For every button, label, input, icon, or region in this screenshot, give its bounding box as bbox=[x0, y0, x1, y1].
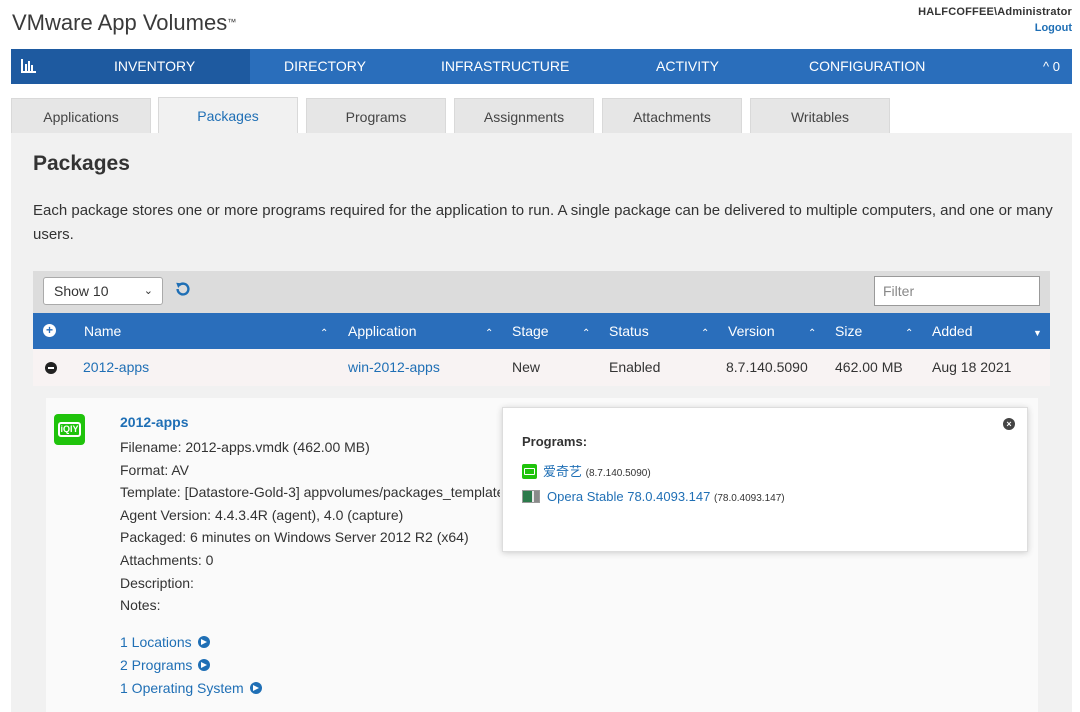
version-cell: 8.7.140.5090 bbox=[726, 359, 808, 375]
col-stage[interactable]: Stage bbox=[512, 313, 549, 349]
package-name-link[interactable]: 2012-apps bbox=[83, 359, 149, 375]
detail-packaged: Packaged: 6 minutes on Windows Server 20… bbox=[120, 529, 469, 546]
sort-status-icon[interactable]: ⌃ bbox=[701, 313, 709, 352]
programs-popup: × Programs: 爱奇艺 (8.7.140.5090) Opera Sta… bbox=[502, 407, 1028, 552]
arrow-right-circle-icon bbox=[249, 682, 262, 694]
page-title: Packages bbox=[33, 152, 130, 175]
sort-name-icon[interactable]: ⌃ bbox=[320, 313, 328, 352]
col-size[interactable]: Size bbox=[835, 313, 862, 349]
program-name[interactable]: Opera Stable 78.0.4093.147 bbox=[547, 489, 710, 504]
program-name[interactable]: 爱奇艺 bbox=[543, 464, 582, 479]
size-cell: 462.00 MB bbox=[835, 359, 903, 375]
detail-template: Template: [Datastore-Gold-3] appvolumes/… bbox=[120, 484, 500, 501]
operating-system-link[interactable]: 1 Operating System bbox=[120, 677, 262, 700]
sort-added-icon[interactable]: ▼ bbox=[1033, 313, 1042, 351]
user-name: HALFCOFFEE\Administrator bbox=[918, 6, 1072, 18]
sort-stage-icon[interactable]: ⌃ bbox=[582, 313, 590, 352]
iqiyi-icon bbox=[522, 464, 537, 479]
table-toolbar: Show 10 ⌄ bbox=[33, 271, 1050, 313]
details-info: Filename: 2012-apps.vmdk (462.00 MB) For… bbox=[120, 436, 500, 617]
main-nav: INVENTORY DIRECTORY INFRASTRUCTURE ACTIV… bbox=[11, 49, 1072, 84]
program-item[interactable]: 爱奇艺 (8.7.140.5090) bbox=[522, 461, 651, 480]
col-name[interactable]: Name bbox=[84, 313, 121, 349]
status-cell: Enabled bbox=[609, 359, 661, 375]
details-package-name[interactable]: 2012-apps bbox=[120, 414, 188, 430]
logout-link[interactable]: Logout bbox=[918, 20, 1072, 36]
opera-icon bbox=[522, 490, 540, 503]
iqiyi-logo-text: iQIY bbox=[58, 422, 81, 437]
nav-inventory[interactable]: INVENTORY bbox=[45, 49, 250, 84]
details-links: 1 Locations 2 Programs 1 Operating Syste… bbox=[120, 631, 262, 700]
nav-activity[interactable]: ACTIVITY bbox=[656, 49, 719, 84]
refresh-icon[interactable] bbox=[175, 281, 191, 297]
tab-packages[interactable]: Packages bbox=[158, 97, 298, 134]
sort-application-icon[interactable]: ⌃ bbox=[485, 313, 493, 352]
detail-description: Description: bbox=[120, 574, 194, 591]
chevron-down-icon: ⌄ bbox=[143, 285, 153, 297]
table-row: 2012-apps win-2012-apps New Enabled 8.7.… bbox=[33, 349, 1050, 386]
nav-directory[interactable]: DIRECTORY bbox=[284, 49, 366, 84]
col-version[interactable]: Version bbox=[728, 313, 775, 349]
tab-attachments[interactable]: Attachments bbox=[602, 98, 742, 134]
expand-all-icon[interactable]: + bbox=[43, 324, 56, 337]
tab-programs[interactable]: Programs bbox=[306, 98, 446, 134]
page-description: Each package stores one or more programs… bbox=[33, 202, 1053, 243]
detail-format: Format: AV bbox=[120, 461, 189, 478]
col-status[interactable]: Status bbox=[609, 313, 649, 349]
nav-infrastructure[interactable]: INFRASTRUCTURE bbox=[441, 49, 569, 84]
program-version: (8.7.140.5090) bbox=[585, 468, 651, 479]
tab-writables[interactable]: Writables bbox=[750, 98, 890, 134]
application-link[interactable]: win-2012-apps bbox=[348, 359, 440, 375]
col-application[interactable]: Application bbox=[348, 313, 417, 349]
sort-version-icon[interactable]: ⌃ bbox=[808, 313, 816, 352]
user-box: HALFCOFFEE\Administrator Logout bbox=[918, 4, 1072, 36]
added-cell: Aug 18 2021 bbox=[932, 359, 1012, 375]
dashboard-button[interactable] bbox=[11, 49, 45, 84]
page-size-value: Show 10 bbox=[54, 283, 109, 299]
detail-agent-version: Agent Version: 4.4.3.4R (agent), 4.0 (ca… bbox=[120, 506, 404, 523]
detail-filename: Filename: 2012-apps.vmdk (462.00 MB) bbox=[120, 439, 370, 455]
col-added[interactable]: Added bbox=[932, 313, 972, 349]
nav-configuration[interactable]: CONFIGURATION bbox=[809, 49, 925, 84]
arrow-right-circle-icon bbox=[197, 636, 210, 648]
app-title: VMware App Volumes™ bbox=[12, 10, 237, 35]
program-item[interactable]: Opera Stable 78.0.4093.147 (78.0.4093.14… bbox=[522, 489, 785, 504]
tab-assignments[interactable]: Assignments bbox=[454, 98, 594, 134]
table-header: + Name ⌃ Application ⌃ Stage ⌃ Status ⌃ … bbox=[33, 313, 1050, 349]
detail-notes: Notes: bbox=[120, 597, 161, 614]
popup-title: Programs: bbox=[522, 434, 588, 449]
programs-link[interactable]: 2 Programs bbox=[120, 654, 262, 677]
filter-input[interactable] bbox=[874, 276, 1040, 306]
page-size-select[interactable]: Show 10 ⌄ bbox=[43, 277, 163, 305]
stage-cell: New bbox=[512, 359, 541, 375]
arrow-right-circle-icon bbox=[198, 659, 211, 671]
program-version: (78.0.4093.147) bbox=[713, 493, 785, 504]
nav-notification-count[interactable]: ^ 0 bbox=[1043, 49, 1060, 84]
close-icon[interactable]: × bbox=[1003, 418, 1015, 430]
collapse-row-icon[interactable] bbox=[45, 362, 57, 374]
bar-chart-icon bbox=[21, 59, 36, 73]
detail-attachments: Attachments: 0 bbox=[120, 551, 214, 568]
iqiyi-icon: iQIY bbox=[54, 414, 85, 445]
locations-link[interactable]: 1 Locations bbox=[120, 631, 262, 654]
sort-size-icon[interactable]: ⌃ bbox=[905, 313, 913, 352]
tab-applications[interactable]: Applications bbox=[11, 98, 151, 134]
